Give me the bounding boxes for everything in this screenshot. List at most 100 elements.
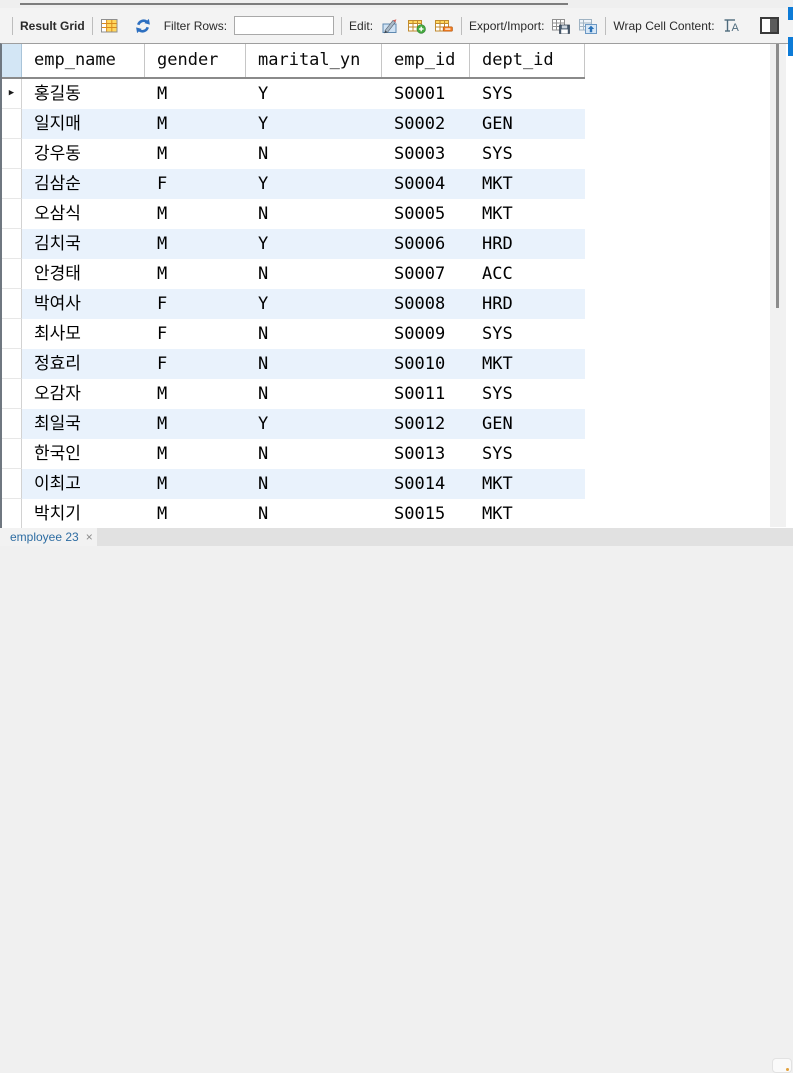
row-selector[interactable]: ▶ bbox=[2, 79, 22, 109]
import-icon[interactable] bbox=[578, 16, 598, 36]
cell[interactable]: 오감자 bbox=[22, 379, 145, 409]
cell[interactable]: S0014 bbox=[382, 469, 470, 499]
cell[interactable]: S0015 bbox=[382, 499, 470, 529]
cell[interactable]: 이최고 bbox=[22, 469, 145, 499]
cell[interactable]: N bbox=[246, 379, 382, 409]
delete-row-icon[interactable] bbox=[434, 16, 454, 36]
cell[interactable]: 오삼식 bbox=[22, 199, 145, 229]
cell[interactable]: M bbox=[145, 139, 246, 169]
cell[interactable]: F bbox=[145, 169, 246, 199]
cell[interactable]: N bbox=[246, 139, 382, 169]
cell[interactable]: MKT bbox=[470, 199, 585, 229]
column-header-marital_yn[interactable]: marital_yn bbox=[246, 44, 382, 77]
cell[interactable]: Y bbox=[246, 79, 382, 109]
row-selector[interactable] bbox=[2, 199, 22, 229]
cell[interactable]: 한국인 bbox=[22, 439, 145, 469]
cell[interactable]: S0007 bbox=[382, 259, 470, 289]
cell[interactable]: M bbox=[145, 499, 246, 529]
cell[interactable]: N bbox=[246, 499, 382, 529]
column-header-emp_id[interactable]: emp_id bbox=[382, 44, 470, 77]
cell[interactable]: MKT bbox=[470, 349, 585, 379]
cell[interactable]: Y bbox=[246, 169, 382, 199]
cell[interactable]: S0012 bbox=[382, 409, 470, 439]
cell[interactable]: M bbox=[145, 199, 246, 229]
column-header-dept_id[interactable]: dept_id bbox=[470, 44, 585, 77]
column-header-emp_name[interactable]: emp_name bbox=[22, 44, 145, 77]
row-selector[interactable] bbox=[2, 289, 22, 319]
row-selector[interactable] bbox=[2, 319, 22, 349]
cell[interactable]: N bbox=[246, 199, 382, 229]
cell[interactable]: S0005 bbox=[382, 199, 470, 229]
cell[interactable]: 강우동 bbox=[22, 139, 145, 169]
cell[interactable]: SYS bbox=[470, 439, 585, 469]
cell[interactable]: 정효리 bbox=[22, 349, 145, 379]
cell[interactable]: 일지매 bbox=[22, 109, 145, 139]
cell[interactable]: N bbox=[246, 349, 382, 379]
cell[interactable]: M bbox=[145, 79, 246, 109]
scrollbar-thumb[interactable] bbox=[776, 44, 779, 308]
cell[interactable]: S0002 bbox=[382, 109, 470, 139]
cell[interactable]: M bbox=[145, 109, 246, 139]
row-selector[interactable] bbox=[2, 439, 22, 469]
cell[interactable]: M bbox=[145, 469, 246, 499]
cell[interactable]: S0004 bbox=[382, 169, 470, 199]
cell[interactable]: SYS bbox=[470, 379, 585, 409]
cell[interactable]: F bbox=[145, 349, 246, 379]
cell[interactable]: 박여사 bbox=[22, 289, 145, 319]
row-selector[interactable] bbox=[2, 469, 22, 499]
cell[interactable]: SYS bbox=[470, 79, 585, 109]
cell[interactable]: MKT bbox=[470, 499, 585, 529]
cell[interactable]: N bbox=[246, 259, 382, 289]
splitter-handle[interactable] bbox=[20, 3, 568, 5]
cell[interactable]: 최사모 bbox=[22, 319, 145, 349]
cell[interactable]: GEN bbox=[470, 409, 585, 439]
cell[interactable]: N bbox=[246, 439, 382, 469]
cell[interactable]: N bbox=[246, 469, 382, 499]
row-selector[interactable] bbox=[2, 229, 22, 259]
cell[interactable]: 홍길동 bbox=[22, 79, 145, 109]
sidebar-accent-bottom[interactable] bbox=[788, 37, 793, 56]
cell[interactable]: Y bbox=[246, 289, 382, 319]
cell[interactable]: S0003 bbox=[382, 139, 470, 169]
wrap-cell-icon[interactable]: A bbox=[722, 16, 742, 36]
cell[interactable]: GEN bbox=[470, 109, 585, 139]
cell[interactable]: Y bbox=[246, 229, 382, 259]
cell[interactable]: 최일국 bbox=[22, 409, 145, 439]
cell[interactable]: S0008 bbox=[382, 289, 470, 319]
cell[interactable]: ACC bbox=[470, 259, 585, 289]
cell[interactable]: S0011 bbox=[382, 379, 470, 409]
cell[interactable]: S0001 bbox=[382, 79, 470, 109]
cell[interactable]: M bbox=[145, 379, 246, 409]
row-selector[interactable] bbox=[2, 109, 22, 139]
edit-pencil-icon[interactable] bbox=[380, 16, 400, 36]
cell[interactable]: HRD bbox=[470, 289, 585, 319]
cell[interactable]: M bbox=[145, 439, 246, 469]
cell[interactable]: F bbox=[145, 289, 246, 319]
cell[interactable]: MKT bbox=[470, 169, 585, 199]
column-header-gender[interactable]: gender bbox=[145, 44, 246, 77]
add-row-icon[interactable] bbox=[407, 16, 427, 36]
sidebar-accent-top[interactable] bbox=[788, 7, 793, 20]
cell[interactable]: SYS bbox=[470, 139, 585, 169]
select-all-corner[interactable] bbox=[2, 44, 22, 77]
cell[interactable]: M bbox=[145, 259, 246, 289]
cell[interactable]: S0010 bbox=[382, 349, 470, 379]
cell[interactable]: M bbox=[145, 229, 246, 259]
row-selector[interactable] bbox=[2, 259, 22, 289]
cell[interactable]: 김삼순 bbox=[22, 169, 145, 199]
refresh-icon[interactable] bbox=[133, 16, 153, 36]
cell[interactable]: Y bbox=[246, 109, 382, 139]
vertical-scrollbar[interactable] bbox=[770, 44, 786, 527]
cell[interactable]: S0009 bbox=[382, 319, 470, 349]
close-icon[interactable]: × bbox=[86, 531, 93, 543]
export-icon[interactable] bbox=[551, 16, 571, 36]
cell[interactable]: 안경태 bbox=[22, 259, 145, 289]
cell[interactable]: Y bbox=[246, 409, 382, 439]
tab-bar-corner-button[interactable] bbox=[772, 1058, 792, 1073]
cell[interactable]: 김치국 bbox=[22, 229, 145, 259]
cell[interactable]: S0006 bbox=[382, 229, 470, 259]
cell[interactable]: 박치기 bbox=[22, 499, 145, 529]
row-selector[interactable] bbox=[2, 169, 22, 199]
row-selector[interactable] bbox=[2, 409, 22, 439]
filter-rows-input[interactable] bbox=[234, 16, 335, 35]
